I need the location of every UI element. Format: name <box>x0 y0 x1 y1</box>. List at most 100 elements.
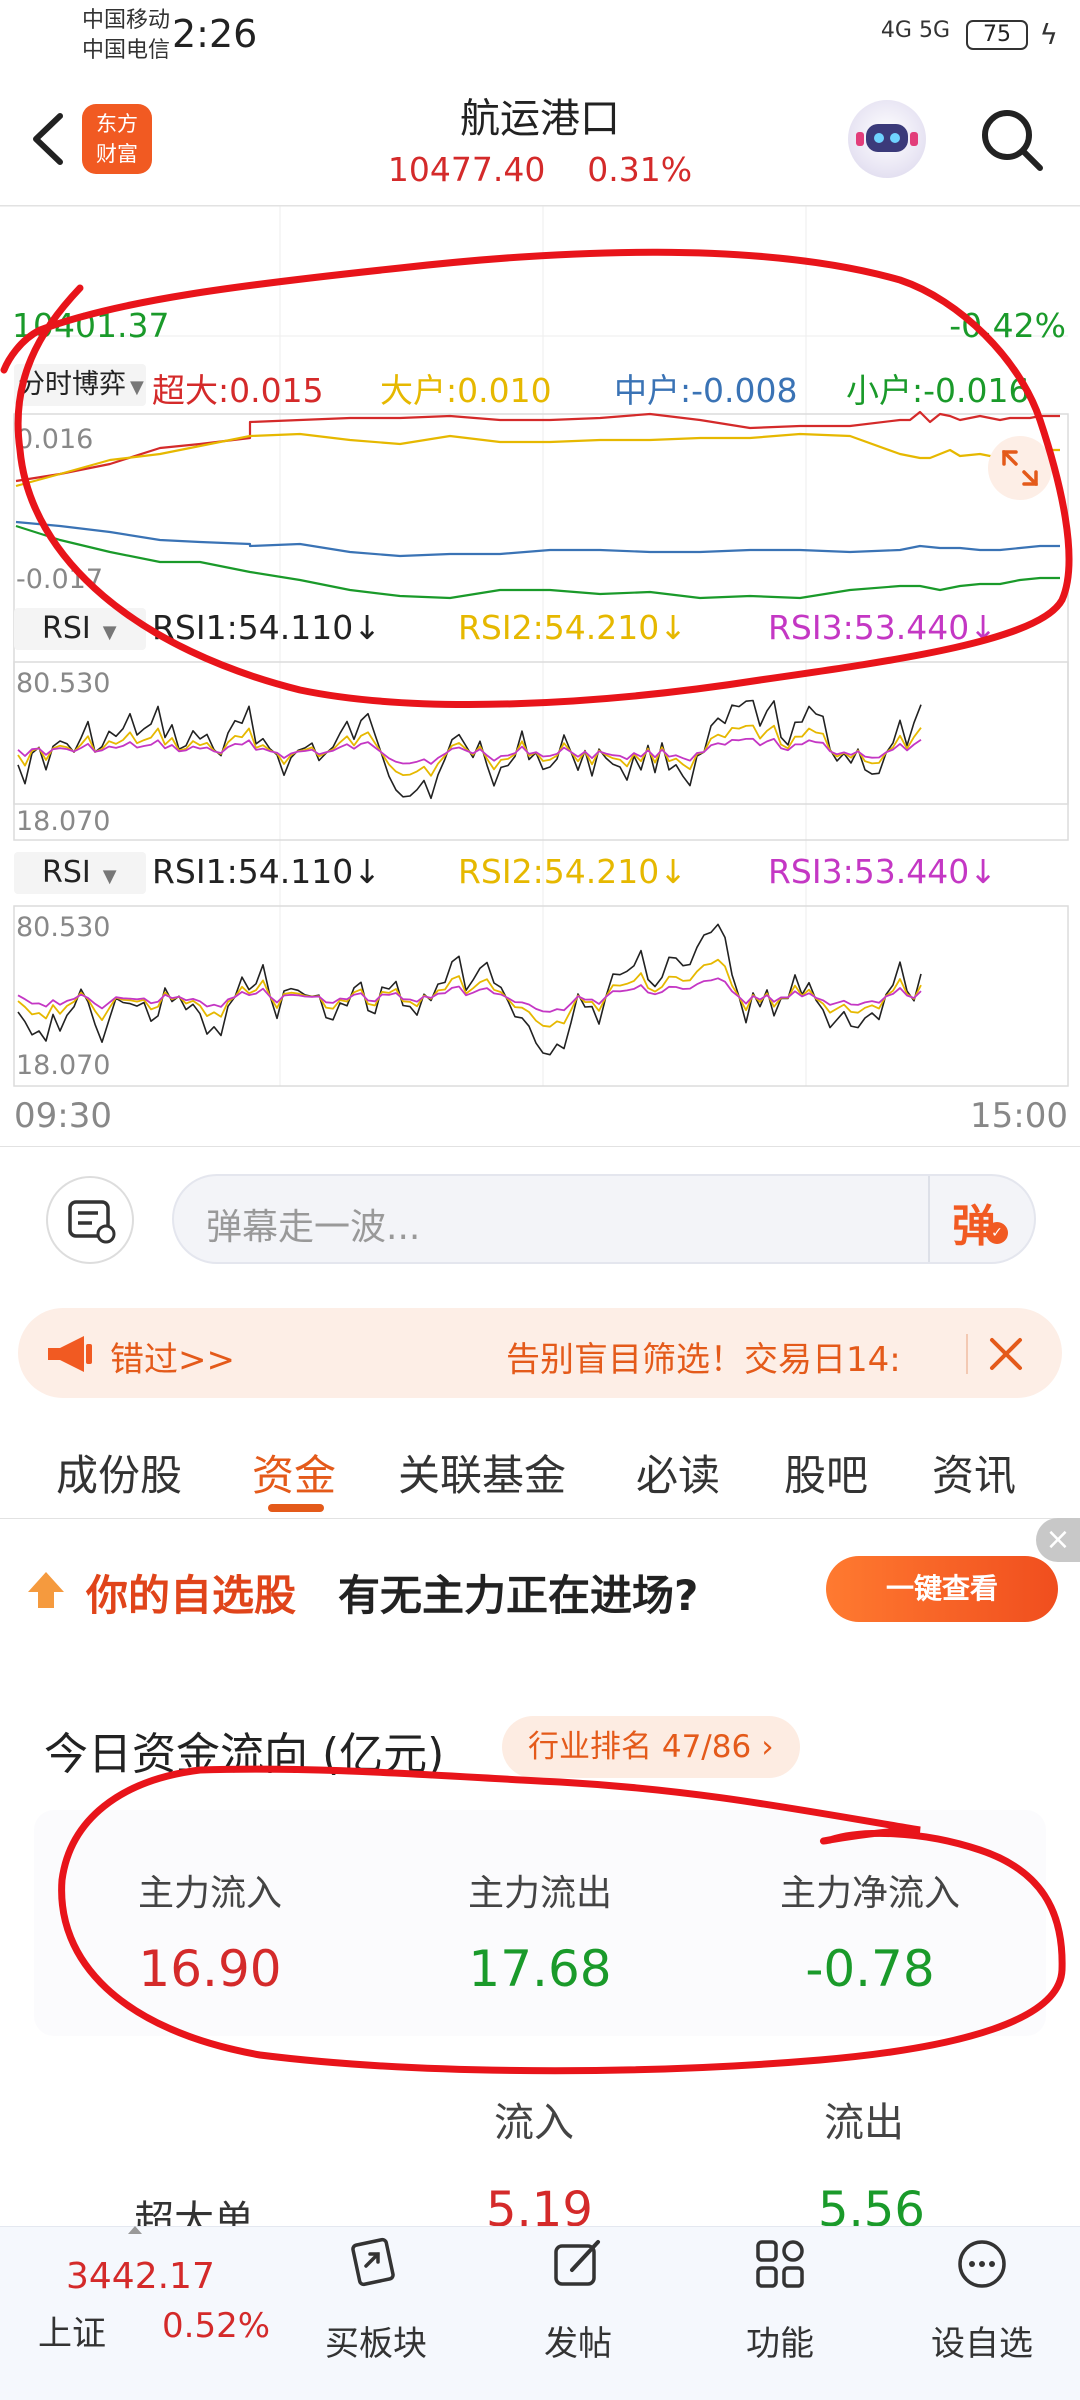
rsi1-value-2: RSI1:54.110↓ <box>152 852 381 891</box>
banner-left-text: 错过>> <box>110 1340 235 1380</box>
tab-related-funds[interactable]: 关联基金 <box>398 1442 566 1503</box>
index-change: 0.31% <box>587 150 693 189</box>
time-axis-start: 09:30 <box>14 1096 112 1136</box>
rsi1-line-panel-2 <box>17 923 922 1056</box>
capital-selector-label: 分时博弈 <box>18 369 126 400</box>
time-axis-end: 15:00 <box>970 1096 1068 1136</box>
banner-right-text: 告别盲目筛选！交易日14: <box>506 1340 901 1380</box>
rsi1-value-1: RSI1:54.110↓ <box>152 608 381 647</box>
fund-flow-title: 今日资金流向 (亿元) <box>44 1729 445 1780</box>
main-outflow-label: 主力流出 <box>467 1873 612 1914</box>
nav-functions[interactable]: 功能 <box>700 2236 860 2386</box>
rsi2-value-2: RSI2:54.210↓ <box>458 852 687 891</box>
sh-index-change: 0.52% <box>162 2306 271 2346</box>
main-inflow-label: 主力流入 <box>137 1873 282 1914</box>
promo-close-button[interactable]: × <box>1036 1518 1080 1562</box>
main-inflow-value: 16.90 <box>138 1940 282 1998</box>
nav-add-watchlist-label: 设自选 <box>931 2324 1033 2364</box>
price-low-label: 10401.37 <box>12 306 170 345</box>
medium-line <box>15 520 1060 558</box>
col-outflow-header: 流出 <box>824 2100 904 2146</box>
tab-capital[interactable]: 资金 <box>252 1442 336 1503</box>
rsi-selector-label-1: RSI <box>42 611 91 646</box>
rsi2-value-1: RSI2:54.210↓ <box>458 608 687 647</box>
dropdown-arrow-icon: ▼ <box>102 866 117 887</box>
legend-super-large: 超大:0.015 <box>152 371 324 410</box>
megaphone-icon <box>48 1336 92 1372</box>
nav-add-watchlist[interactable]: 设自选 <box>902 2236 1062 2386</box>
danmaku-send-button[interactable]: 弹 <box>952 1190 996 1254</box>
rsi3-value-1: RSI3:53.440↓ <box>768 608 997 647</box>
battery-indicator: 75 <box>966 20 1028 50</box>
legend-medium: 中户:-0.008 <box>614 371 798 410</box>
legend-small: 小户:-0.016 <box>846 371 1030 410</box>
active-tab-indicator <box>268 1504 324 1512</box>
chart-divider <box>0 1146 1080 1147</box>
sh-index-name: 上证 <box>38 2314 106 2354</box>
col-inflow-header: 流入 <box>494 2100 574 2146</box>
tabs-divider <box>0 1518 1080 1519</box>
tab-constituents[interactable]: 成份股 <box>56 1442 182 1503</box>
nav-post-label: 发帖 <box>544 2324 612 2364</box>
tab-news[interactable]: 资讯 <box>932 1442 1016 1503</box>
rsi-panel-1-frame <box>13 661 1069 841</box>
nav-post[interactable]: 发帖 <box>498 2236 658 2386</box>
index-expand-icon <box>128 2226 142 2234</box>
capital-axis-bottom: -0.017 <box>16 564 104 595</box>
small-line <box>15 524 1060 600</box>
robot-assistant-icon[interactable] <box>848 100 926 178</box>
carrier-1: 中国移动 <box>82 8 171 33</box>
legend-large: 大户:0.010 <box>380 371 552 410</box>
rsi-select-1[interactable]: RSI ▼ <box>14 608 146 650</box>
input-divider <box>928 1176 930 1262</box>
network-indicator: 4G 5G <box>880 18 950 43</box>
rsi3-value-2: RSI3:53.440↓ <box>768 852 997 891</box>
more-dots-icon <box>958 2240 1006 2288</box>
compose-icon <box>554 2240 600 2286</box>
buy-sector-icon <box>351 2237 395 2287</box>
super-large-line <box>15 410 1060 483</box>
danmaku-settings-icon <box>68 1200 116 1244</box>
search-button[interactable] <box>976 104 1048 176</box>
status-time: 2:26 <box>172 12 258 56</box>
close-banner-button[interactable] <box>988 1336 1024 1372</box>
rsi-selector-label-2: RSI <box>42 855 91 890</box>
industry-rank-label: 行业排名 47/86 <box>528 1729 752 1765</box>
rsi-axis-bottom-1: 18.070 <box>16 806 111 837</box>
index-value: 10477.40 <box>387 150 546 189</box>
nav-buy-sector[interactable]: 买板块 <box>296 2236 456 2386</box>
one-click-check-button[interactable]: 一键查看 <box>826 1556 1058 1622</box>
main-net-inflow-label: 主力净流入 <box>779 1873 960 1914</box>
comment-settings-button[interactable] <box>46 1176 134 1264</box>
danmaku-placeholder: 弹幕走一波... <box>206 1207 421 1248</box>
intraday-chart-area[interactable] <box>0 206 1080 1146</box>
grid-apps-icon <box>756 2240 804 2288</box>
robot-face-icon <box>856 124 918 152</box>
tab-must-read[interactable]: 必读 <box>636 1442 720 1503</box>
charging-icon: ϟ <box>1039 18 1058 51</box>
expand-chart-button <box>988 436 1052 500</box>
dropdown-arrow-icon: ▼ <box>102 622 117 643</box>
chevron-right-icon: › <box>761 1729 774 1765</box>
check-badge-icon: ✓ <box>986 1222 1008 1244</box>
tab-forum[interactable]: 股吧 <box>784 1442 868 1503</box>
dropdown-arrow-icon: ▼ <box>130 377 144 398</box>
price-change-label: -0.42% <box>949 306 1066 345</box>
promo-highlight: 你的自选股 <box>86 1571 297 1620</box>
large-line <box>15 432 1060 488</box>
main-flow-card <box>34 1810 1046 2036</box>
nav-buy-sector-label: 买板块 <box>325 2324 427 2364</box>
search-icon <box>982 110 1043 171</box>
main-outflow-value: 17.68 <box>468 1940 612 1998</box>
capital-indicator-select[interactable]: 分时博弈 ▼ <box>14 364 146 406</box>
rsi-axis-top-1: 80.530 <box>16 668 111 699</box>
rsi-axis-top-2: 80.530 <box>16 912 111 943</box>
sh-index-value[interactable]: 3442.17 <box>66 2256 215 2297</box>
capital-axis-top: 0.016 <box>16 424 94 455</box>
rsi-axis-bottom-2: 18.070 <box>16 1050 111 1081</box>
industry-rank-button[interactable]: 行业排名 47/86 › <box>502 1716 800 1778</box>
rsi-select-2[interactable]: RSI ▼ <box>14 852 146 894</box>
main-net-inflow-value: -0.78 <box>805 1940 935 1998</box>
rsi3-line-panel-2 <box>17 977 922 1013</box>
carrier-2: 中国电信 <box>82 38 171 63</box>
